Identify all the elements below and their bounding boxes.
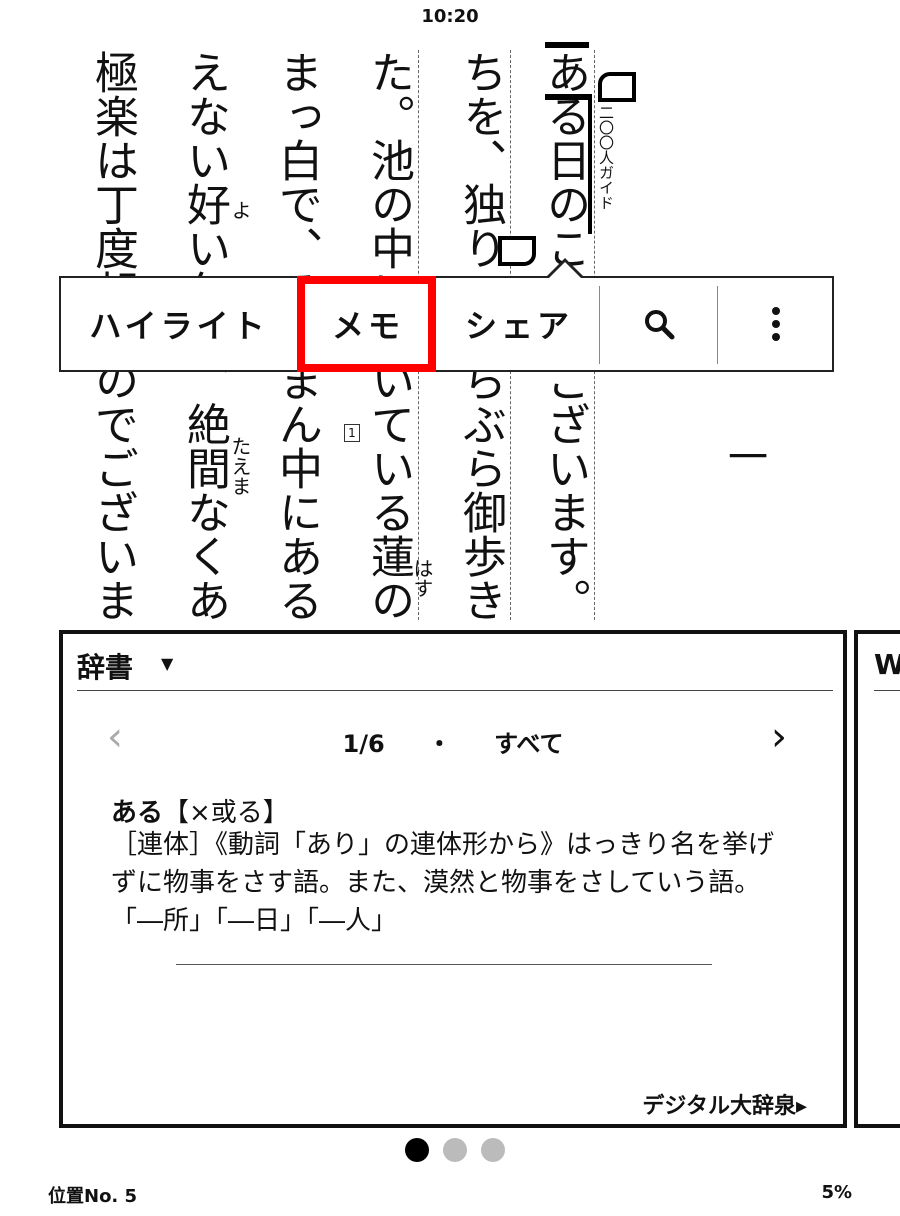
ruby-hasu: はす — [410, 558, 434, 598]
selection-start-bar — [545, 42, 589, 48]
pager-position: 1/6 — [342, 730, 385, 758]
selection-handle-bottom[interactable] — [498, 236, 536, 266]
dictionary-source-link[interactable]: デジタル大辞泉▸ — [642, 1088, 807, 1120]
next-panel-title: W — [874, 648, 900, 681]
share-button[interactable]: シェア — [441, 278, 597, 370]
search-icon — [645, 310, 675, 340]
menu-pointer-inner — [547, 262, 583, 280]
pager-label: 1/6 ・ すべて — [63, 724, 843, 759]
page-dot[interactable] — [443, 1138, 467, 1162]
next-dictionary-panel[interactable]: W — [854, 630, 900, 1128]
next-panel-divider — [874, 690, 900, 691]
progress-indicator: 5% — [821, 1182, 852, 1203]
memo-highlight-annotation — [297, 276, 436, 372]
page-dot[interactable] — [405, 1138, 429, 1162]
footnote-marker[interactable]: 1 — [344, 424, 360, 442]
menu-separator — [717, 286, 718, 364]
selection-line — [588, 94, 592, 234]
entry-headword: ある — [111, 798, 164, 828]
selection-top-bar — [545, 94, 591, 100]
dictionary-panel[interactable]: 辞書 ▼ ‹ 1/6 ・ すべて › ある【×或る】 ［連体］《動詞「あり」の連… — [59, 630, 847, 1128]
chapter-number: 一 — [728, 435, 768, 481]
small-vertical-caption: 二〇〇人ガイド — [597, 105, 615, 210]
page-dot[interactable] — [481, 1138, 505, 1162]
entry-definition: ［連体］《動詞「あり」の連体形から》はっきり名を挙げずに物事をさす語。また、漠然… — [111, 830, 775, 936]
entry-kanji: 【×或る】 — [163, 798, 289, 828]
search-button[interactable] — [601, 278, 717, 370]
selection-handle-top[interactable] — [598, 72, 636, 102]
location-indicator[interactable]: 位置No. 5 — [48, 1182, 137, 1208]
entry-heading: ある【×或る】 — [111, 792, 289, 829]
dictionary-divider — [77, 690, 833, 691]
ruby-yo: よ — [228, 200, 252, 220]
menu-separator — [599, 286, 600, 364]
panel-page-indicator — [405, 1138, 505, 1162]
dictionary-dropdown-icon[interactable]: ▼ — [161, 654, 173, 673]
dictionary-title[interactable]: 辞書 — [77, 646, 133, 686]
context-menu: ハイライト メモ シェア — [59, 276, 834, 372]
ruby-taema: たえま — [228, 436, 252, 496]
pager-scope: すべて — [494, 730, 564, 758]
dictionary-pager: ‹ 1/6 ・ すべて › — [63, 714, 843, 760]
status-clock: 10:20 — [421, 6, 479, 27]
entry-divider — [176, 964, 712, 965]
highlight-button[interactable]: ハイライト — [61, 278, 297, 370]
more-button[interactable] — [719, 278, 832, 370]
pager-separator: ・ — [427, 730, 452, 758]
more-vertical-icon — [771, 307, 780, 341]
chevron-right-icon[interactable]: › — [771, 714, 787, 760]
